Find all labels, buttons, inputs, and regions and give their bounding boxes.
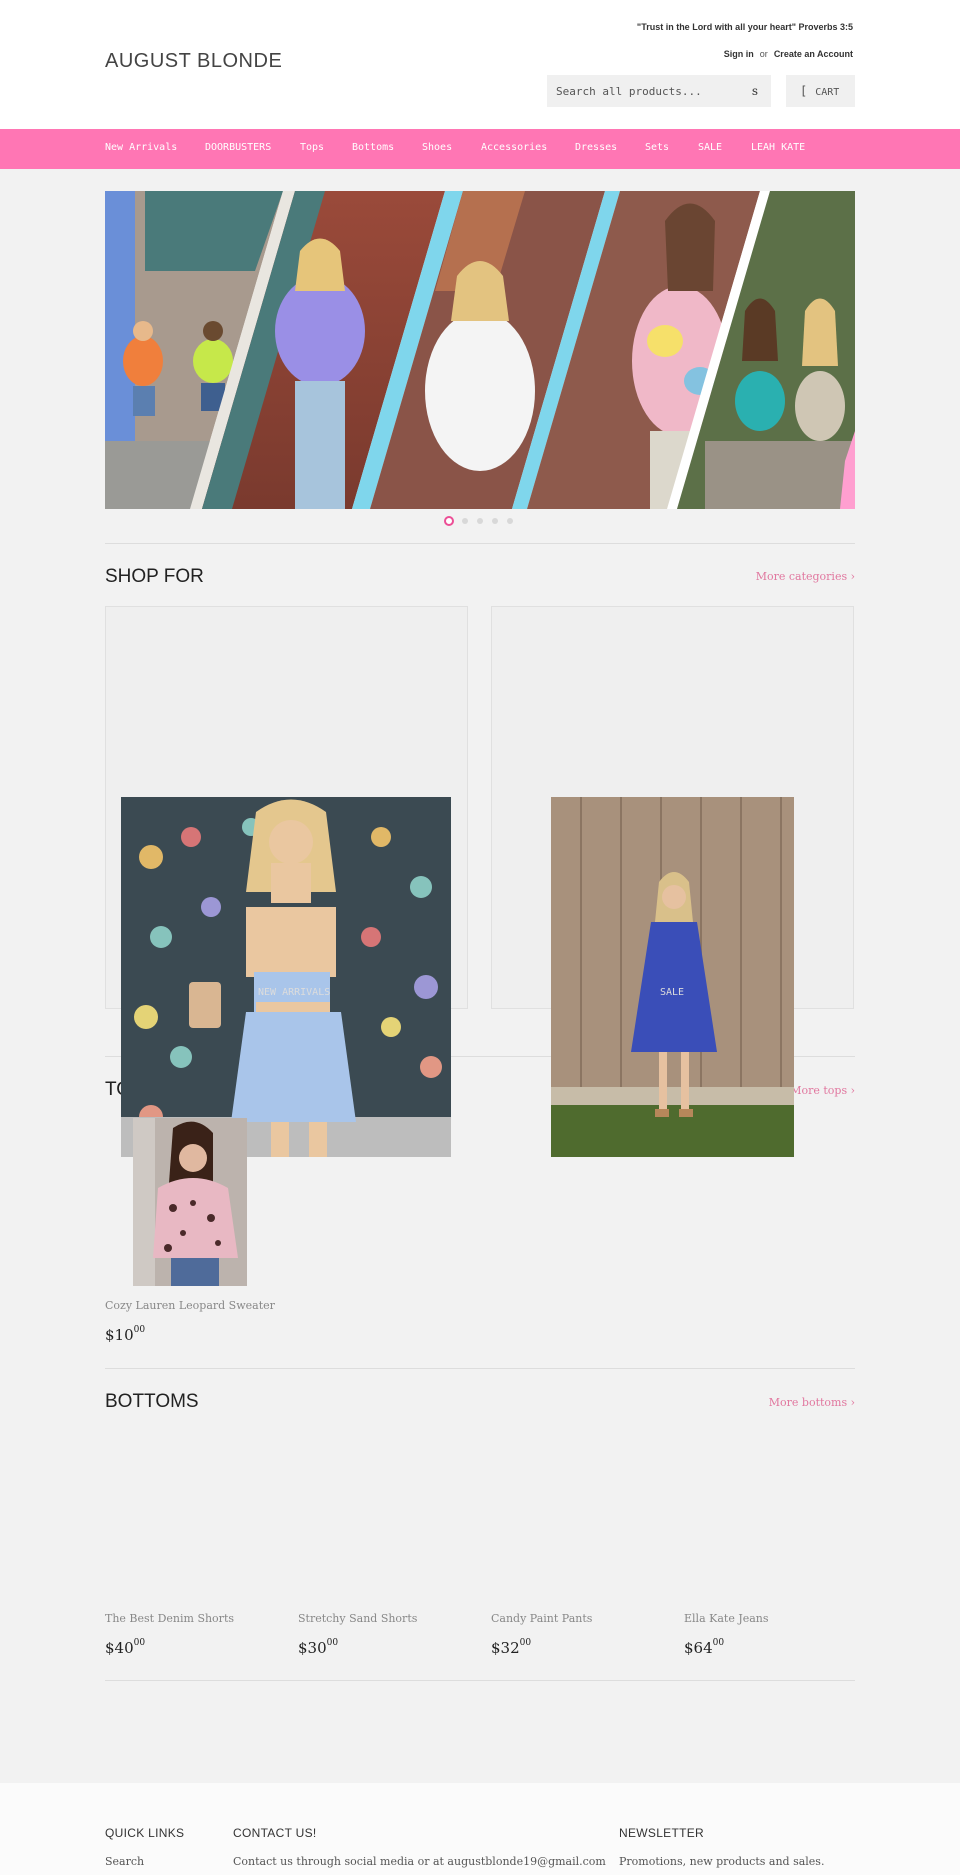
category-label-new-arrivals: NEW ARRIVALS [258,987,331,998]
footer-link-search[interactable]: Search [105,1855,144,1868]
site-logo[interactable]: AUGUST BLONDE [105,50,282,73]
search-icon[interactable]: s [747,83,763,99]
leopard-sweater-photo [133,1118,247,1286]
newsletter-title: NEWSLETTER [619,1826,705,1840]
slide-dot-5[interactable] [507,518,513,524]
more-tops-link[interactable]: More tops › [790,1084,855,1097]
account-links: Sign in or Create an Account [724,49,853,59]
divider [105,1368,855,1369]
price-main: $40 [105,1639,134,1657]
newsletter-text: Promotions, new products and sales. [619,1855,825,1868]
search-form: s [547,75,771,107]
product-price: $3200 [491,1638,532,1657]
price-cents: 00 [133,1638,146,1648]
site-header: AUGUST BLONDE "Trust in the Lord with al… [0,0,960,129]
sale-photo [551,797,794,1157]
category-image-sale[interactable] [551,797,794,1157]
hero-image [105,191,855,509]
nav-item-sets[interactable]: Sets [645,142,669,153]
nav-item-doorbusters[interactable]: DOORBUSTERS [205,142,271,153]
category-label-sale: SALE [660,987,685,998]
product-name[interactable]: Stretchy Sand Shorts [298,1612,417,1625]
nav-item-tops[interactable]: Tops [300,142,324,153]
price-main: $30 [298,1639,327,1657]
or-text: or [759,49,768,59]
create-account-link[interactable]: Create an Account [774,49,853,59]
more-categories-link[interactable]: More categories › [756,570,855,583]
price-main: $32 [491,1639,520,1657]
slide-dot-2[interactable] [462,518,468,524]
nav-item-accessories[interactable]: Accessories [481,142,547,153]
product-price: $6400 [684,1638,725,1657]
nav-item-dresses[interactable]: Dresses [575,142,617,153]
main-nav: New Arrivals DOORBUSTERS Tops Bottoms Sh… [0,129,960,169]
search-input[interactable] [547,75,736,107]
price-cents: 00 [712,1638,725,1648]
price-cents: 00 [519,1638,532,1648]
product-name[interactable]: The Best Denim Shorts [105,1612,234,1625]
header-quote: "Trust in the Lord with all your heart" … [636,22,853,32]
product-price: $3000 [298,1638,339,1657]
price-cents: 00 [326,1638,339,1648]
slide-dot-3[interactable] [477,518,483,524]
contact-title: CONTACT US! [233,1826,317,1840]
price-main: $10 [105,1326,134,1344]
nav-item-shoes[interactable]: Shoes [422,142,452,153]
slide-dot-4[interactable] [492,518,498,524]
divider [105,543,855,544]
hero-slideshow[interactable] [105,191,855,509]
sign-in-link[interactable]: Sign in [724,49,754,59]
product-name[interactable]: Ella Kate Jeans [684,1612,769,1625]
new-arrivals-photo [121,797,451,1157]
nav-item-bottoms[interactable]: Bottoms [352,142,394,153]
product-price: $4000 [105,1638,146,1657]
cart-label: CART [815,87,840,98]
shop-for-title: SHOP FOR [105,566,204,587]
nav-item-new-arrivals[interactable]: New Arrivals [105,142,177,153]
category-image-new-arrivals[interactable] [121,797,451,1157]
divider [105,1680,855,1681]
cart-icon: [ [800,84,808,98]
product-image[interactable] [133,1118,247,1286]
price-main: $64 [684,1639,713,1657]
product-name[interactable]: Candy Paint Pants [491,1612,592,1625]
nav-item-sale[interactable]: SALE [698,142,722,153]
price-cents: 00 [133,1325,146,1335]
bottoms-title: BOTTOMS [105,1391,199,1412]
nav-item-leah-kate[interactable]: LEAH KATE [751,142,805,153]
contact-text: Contact us through social media or at au… [233,1855,606,1868]
product-name[interactable]: Cozy Lauren Leopard Sweater [105,1299,275,1312]
slide-dot-1[interactable] [444,516,454,526]
product-price: $1000 [105,1325,146,1344]
quick-links-title: QUICK LINKS [105,1826,185,1840]
cart-button[interactable]: [ CART [786,75,855,107]
more-bottoms-link[interactable]: More bottoms › [769,1396,855,1409]
